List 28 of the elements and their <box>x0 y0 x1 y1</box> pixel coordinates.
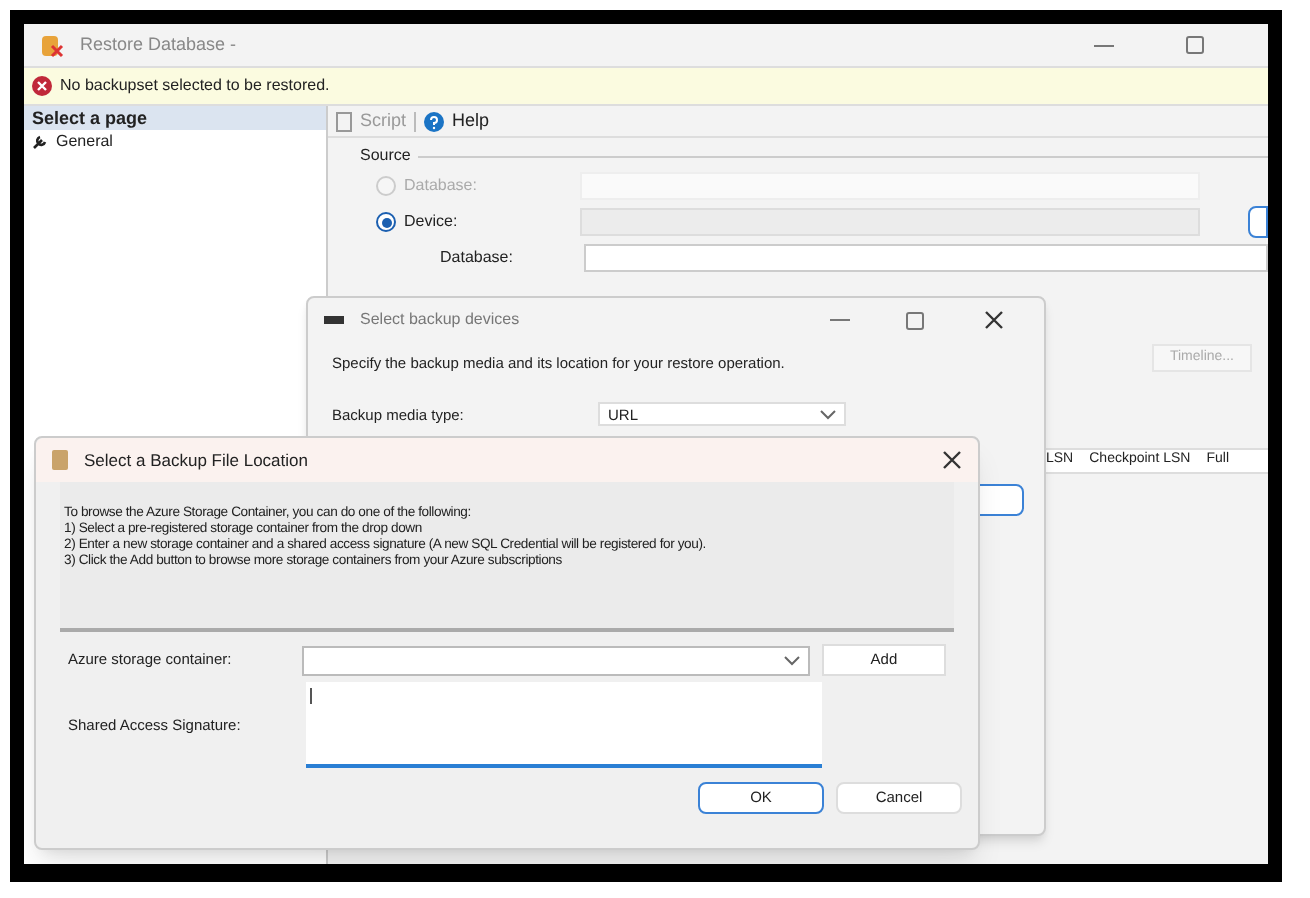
radio-label: Device: <box>404 210 460 234</box>
sidebar-item[interactable]: General <box>24 130 326 154</box>
source-label: Source <box>360 144 411 168</box>
maximize-icon[interactable] <box>1186 36 1204 54</box>
sidebar-title: Select a page <box>24 106 326 130</box>
window-title: Restore Database - <box>80 31 237 58</box>
error-message: No backupset selected to be restored. <box>60 74 330 98</box>
minimize-icon[interactable] <box>1094 43 1114 47</box>
database-field[interactable] <box>584 244 1268 272</box>
file-icon <box>52 450 68 470</box>
database-label: Database: <box>440 246 515 270</box>
wrench-icon <box>32 134 48 150</box>
database-restore-icon <box>40 33 64 57</box>
signature-field[interactable] <box>306 682 822 768</box>
dialog-title: Select backup devices <box>360 308 520 332</box>
minimize-icon[interactable] <box>830 318 850 322</box>
chevron-down-icon <box>820 409 836 420</box>
help-button[interactable]: Help <box>452 107 490 135</box>
dialog-title: Select a Backup File Location <box>84 447 308 473</box>
help-icon <box>424 111 445 131</box>
error-icon <box>32 76 52 96</box>
radio-label: Database: <box>404 174 479 198</box>
close-icon[interactable] <box>984 310 1004 330</box>
chevron-down-icon <box>783 655 800 665</box>
radio-button[interactable] <box>376 212 396 232</box>
close-icon[interactable] <box>942 450 962 470</box>
maximize-icon[interactable] <box>906 311 924 329</box>
browse-button[interactable] <box>1248 206 1268 238</box>
